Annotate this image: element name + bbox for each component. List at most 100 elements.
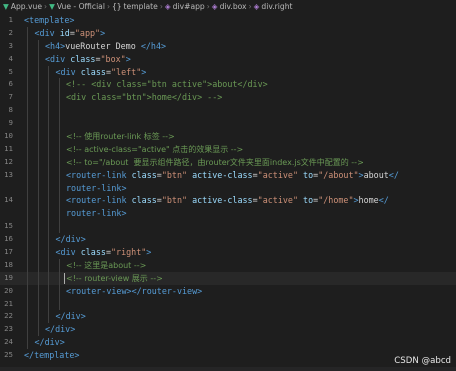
code-content: router-link>: [66, 207, 127, 220]
breadcrumb-item[interactable]: ▼ App.vue: [3, 0, 42, 14]
line-number: 11: [4, 143, 13, 153]
code-line[interactable]: 8: [0, 104, 456, 118]
code-line[interactable]: 18 <!-- 这里是about -->: [0, 258, 456, 273]
code-line[interactable]: 13 <router-link class="btn" active-class=…: [0, 168, 456, 182]
indent-guide: [27, 104, 28, 118]
indent-guide: [48, 207, 49, 221]
code-content: <router-view></router-view>: [66, 285, 202, 298]
code-token: "active": [257, 195, 298, 206]
code-line[interactable]: 17 <div class="right">: [0, 246, 456, 259]
code-token: <div: [34, 27, 55, 38]
indent-guide: [27, 181, 28, 195]
code-line[interactable]: 4 <div class="box">: [0, 52, 456, 66]
code-token: <!-- 这里是about -->: [66, 260, 147, 270]
line-number: 14: [4, 195, 13, 205]
code-line[interactable]: router-link>: [0, 207, 456, 221]
code-token: <!-- 使用router-link 标签 -->: [66, 132, 175, 142]
code-content: <div class="left">: [56, 66, 147, 79]
code-token: class: [80, 66, 106, 77]
indent-guide: [37, 91, 39, 105]
code-line[interactable]: 5 <div class="left">: [0, 65, 456, 79]
indent-guide: [58, 207, 60, 221]
breadcrumb-separator: ›: [159, 2, 163, 11]
indent-guide: [27, 271, 28, 285]
code-content: <!-- 这里是about -->: [66, 259, 146, 273]
code-token: class: [80, 247, 106, 258]
line-number: 25: [4, 350, 13, 360]
indent-guide: [27, 310, 28, 324]
code-token: >: [125, 53, 131, 64]
code-line[interactable]: 22 </div>: [0, 310, 456, 324]
indent-guide: [48, 284, 49, 298]
indent-guide: [48, 271, 49, 285]
code-content: <!-- 使用router-link 标签 -->: [66, 130, 175, 144]
code-line[interactable]: 25 </template>: [0, 349, 456, 362]
code-line[interactable]: 15: [0, 220, 456, 234]
breadcrumb-item[interactable]: ◈ div.box: [212, 0, 247, 14]
indent-guide: [37, 194, 39, 208]
code-line[interactable]: 9: [0, 117, 456, 131]
code-line[interactable]: 23 </div>: [0, 323, 456, 337]
code-line[interactable]: 21: [0, 297, 456, 311]
breadcrumb-item[interactable]: ◈ div.right: [254, 0, 293, 14]
code-token: </router-view>: [131, 285, 203, 296]
indent-guide: [48, 297, 49, 311]
code-line[interactable]: 19 <!-- router-view 展示 -->: [0, 271, 456, 285]
code-line[interactable]: 1 <template>: [0, 14, 456, 27]
code-token: <h4>: [45, 40, 66, 51]
breadcrumb-label: div#app: [172, 2, 205, 11]
code-token: id: [59, 27, 70, 38]
indent-guide: [27, 117, 28, 131]
indent-guide: [48, 117, 49, 131]
code-token: "app": [74, 27, 101, 38]
code-line[interactable]: 2 <div id="app">: [0, 26, 456, 40]
code-token: active-class: [192, 195, 253, 206]
indent-guide: [58, 78, 60, 92]
code-content: <div class="btn">home</div> -->: [66, 91, 222, 104]
code-token: >: [141, 66, 147, 77]
breadcrumb-separator: ›: [248, 2, 252, 11]
code-line[interactable]: 20 <router-view></router-view>: [0, 284, 456, 298]
indent-guide: [48, 130, 49, 143]
breadcrumb-separator: ›: [106, 2, 110, 11]
code-token: >: [121, 182, 127, 193]
indent-guide: [27, 220, 28, 234]
breadcrumb-item[interactable]: ◈ div#app: [165, 0, 205, 14]
breadcrumb-item[interactable]: {} template: [112, 0, 158, 14]
code-token: <!-- to="/about 要显示组件路径，由router文件夹里面inde…: [66, 157, 364, 167]
breadcrumb-item[interactable]: ▼ Vue - Official: [49, 0, 105, 14]
code-line[interactable]: 12 <!-- to="/about 要显示组件路径，由router文件夹里面in…: [0, 155, 456, 169]
code-line[interactable]: 14 <router-link class="btn" active-class=…: [0, 194, 456, 208]
line-number: 21: [4, 298, 13, 308]
indent-guide: [37, 258, 39, 272]
code-editor[interactable]: 1 <template> 2 <div id="app"> 3 <h4>vueRouter…: [0, 14, 456, 371]
code-line[interactable]: 16 </div>: [0, 233, 456, 247]
cube-icon: ◈: [253, 2, 260, 11]
indent-guide: [37, 233, 39, 247]
code-token: "box": [100, 53, 126, 64]
code-line[interactable]: 6 <!-- <div class="btn active">about</div…: [0, 78, 456, 92]
indent-guide: [48, 168, 49, 182]
code-line[interactable]: 7 <div class="btn">home</div> -->: [0, 91, 456, 105]
indent-guide: [58, 258, 60, 272]
code-line[interactable]: 3 <h4>vueRouter Demo </h4>: [0, 39, 456, 53]
code-line[interactable]: 10 <!-- 使用router-link 标签 -->: [0, 130, 456, 143]
line-number: 7: [8, 92, 13, 102]
indent-guide: [48, 258, 49, 272]
code-line[interactable]: 11 <!-- active-class="active" 点击的效果显示 -->: [0, 142, 456, 156]
indent-guide: [37, 78, 39, 92]
breadcrumb-label: Vue - Official: [56, 2, 105, 11]
line-number: 13: [4, 169, 13, 179]
indent-guide: [37, 130, 39, 143]
indent-guide: [27, 26, 28, 40]
line-number: 4: [8, 53, 13, 63]
indent-guide: [48, 310, 49, 324]
line-number: 2: [8, 27, 13, 37]
indent-guide: [37, 104, 39, 118]
code-line[interactable]: router-link>: [0, 181, 456, 195]
code-line[interactable]: 24 </div>: [0, 336, 456, 350]
code-token: >: [146, 247, 152, 258]
code-token: <div: [55, 66, 76, 77]
indent-guide: [58, 130, 60, 143]
indent-guide: [48, 91, 49, 105]
